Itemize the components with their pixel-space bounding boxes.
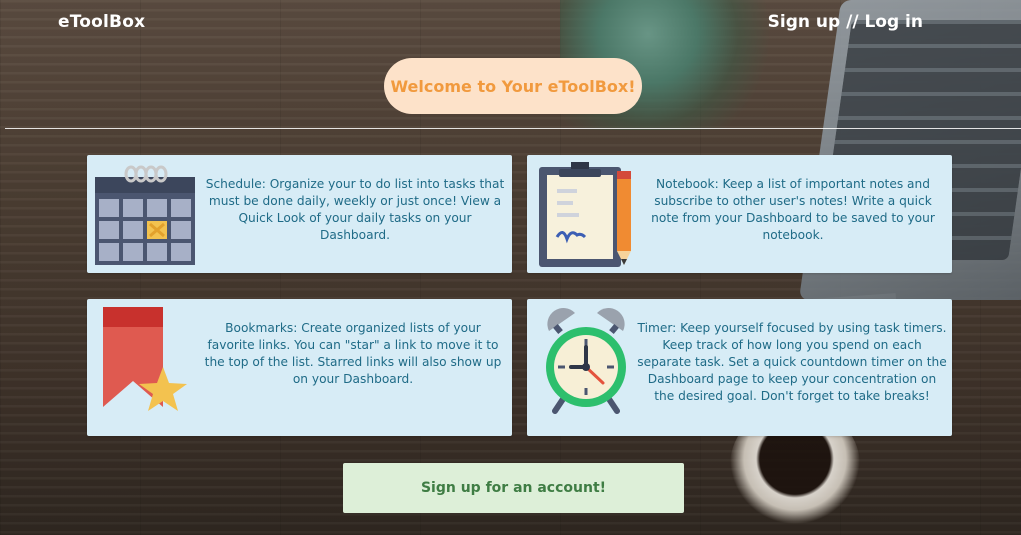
bookmarks-description: Bookmarks: Create organized lists of you… bbox=[204, 321, 502, 386]
welcome-banner: Welcome to Your eToolBox! bbox=[384, 58, 642, 114]
signup-login-link[interactable]: Sign up // Log in bbox=[768, 12, 923, 32]
signup-account-button[interactable]: Sign up for an account! bbox=[343, 463, 684, 513]
bookmark-star-icon bbox=[101, 305, 191, 419]
brand-logo[interactable]: eToolBox bbox=[58, 12, 145, 32]
schedule-description: Schedule: Organize your to do list into … bbox=[205, 177, 505, 242]
welcome-title: Welcome to Your eToolBox! bbox=[390, 76, 636, 96]
feature-card-timer: Timer: Keep yourself focused by using ta… bbox=[527, 299, 952, 436]
timer-description: Timer: Keep yourself focused by using ta… bbox=[637, 321, 947, 403]
alarm-clock-icon bbox=[541, 305, 631, 419]
header-divider bbox=[5, 128, 1021, 129]
notebook-description: Notebook: Keep a list of important notes… bbox=[651, 177, 935, 242]
feature-card-schedule: Schedule: Organize your to do list into … bbox=[87, 155, 512, 273]
clipboard-pencil-icon bbox=[537, 161, 637, 273]
feature-card-bookmarks: Bookmarks: Create organized lists of you… bbox=[87, 299, 512, 436]
calendar-icon bbox=[93, 163, 197, 271]
feature-card-notebook: Notebook: Keep a list of important notes… bbox=[527, 155, 952, 273]
